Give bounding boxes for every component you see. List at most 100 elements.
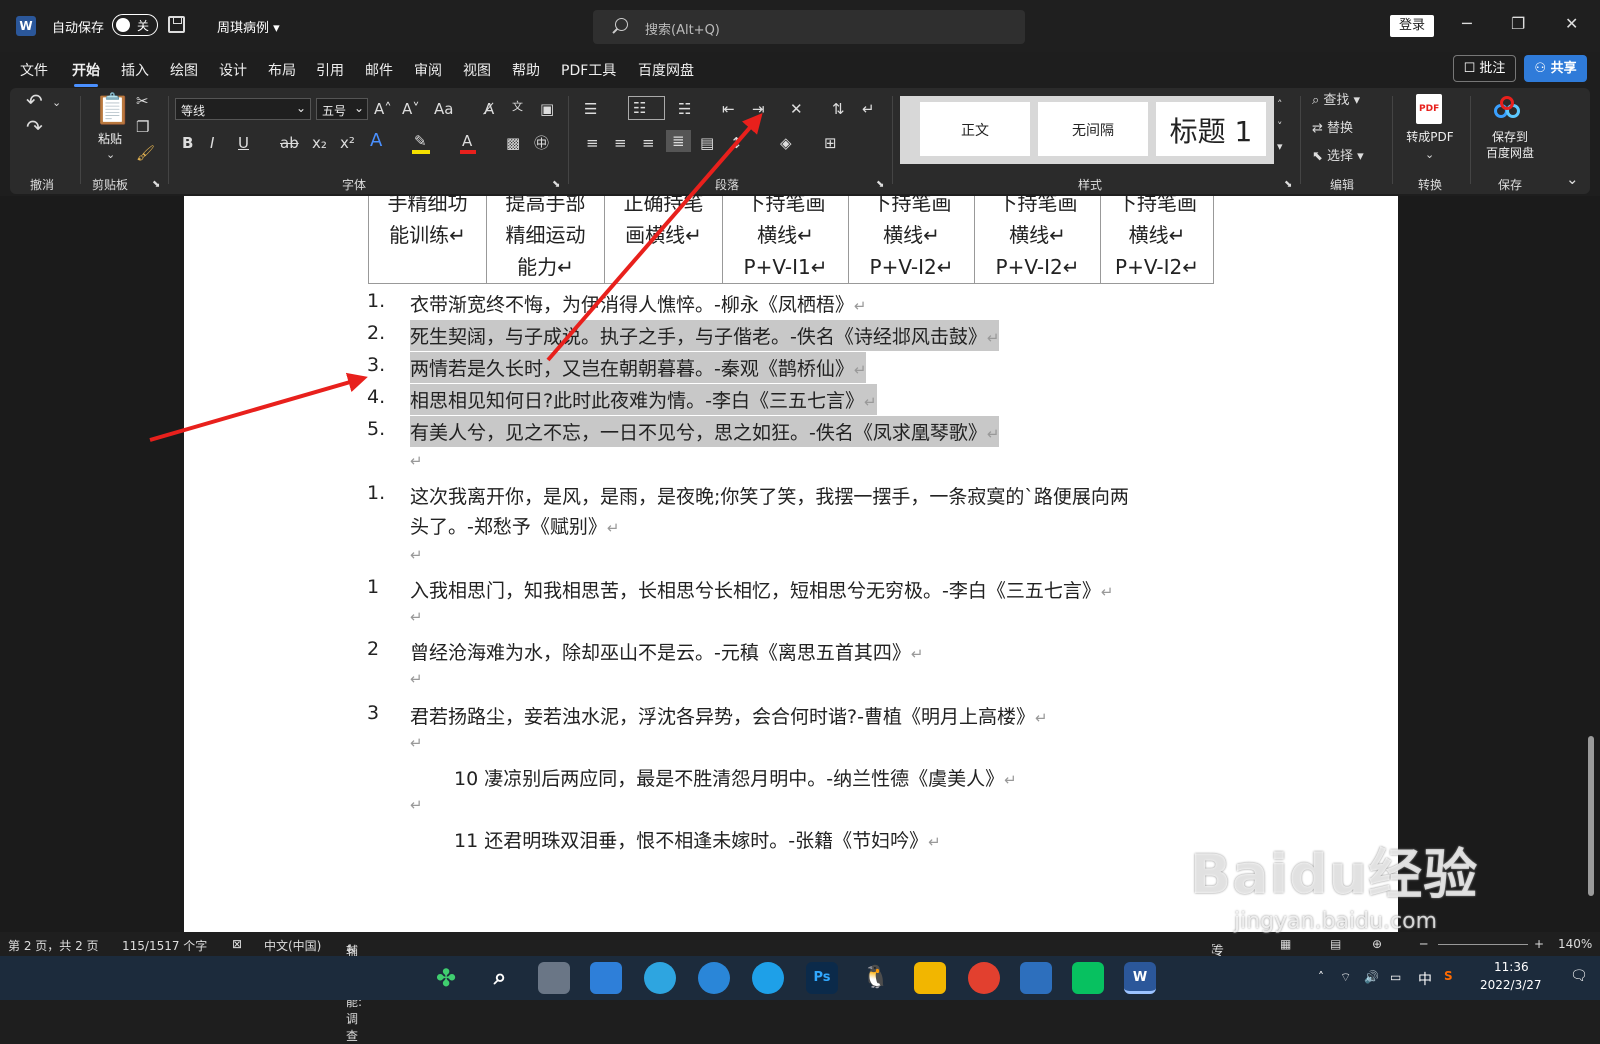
replace-button[interactable]: ⇄ 替换 [1312, 120, 1353, 138]
baidu-netdisk-icon[interactable] [1494, 96, 1522, 122]
battery-icon[interactable]: ▭ [1390, 970, 1401, 984]
increase-indent-icon[interactable]: ⇥ [752, 100, 765, 118]
phonetic-guide-icon[interactable]: 文 [512, 98, 523, 116]
print-layout-icon[interactable]: ▤ [1330, 937, 1341, 951]
minimize-button[interactable]: ─ [1462, 14, 1472, 33]
notification-icon[interactable]: 🗨 [1570, 968, 1588, 984]
tab-file[interactable]: 文件 [20, 60, 48, 80]
share-button[interactable]: ⚇ 共享 [1524, 55, 1587, 82]
font-color-icon[interactable]: A [462, 132, 472, 150]
list-item[interactable]: 衣带渐宽终不悔，为伊消得人憔悴。-柳永《凤栖梧》↵ [410, 290, 866, 317]
tab-design[interactable]: 设计 [219, 60, 247, 80]
table-cell[interactable]: 下持笔画 横线↵ P+V-I2↵ [974, 196, 1101, 284]
tab-baidu-netdisk[interactable]: 百度网盘 [638, 60, 694, 80]
char-shading-icon[interactable]: ▩ [506, 134, 520, 152]
list-item[interactable]: 君若扬路尘，妾若浊水泥，浮沈各异势，会合何时谐?-曹植《明月上高楼》↵ [410, 702, 1048, 729]
wifi-icon[interactable]: ⌔ [1340, 970, 1351, 985]
language-indicator[interactable]: 中文(中国) [264, 937, 321, 954]
styles-scroll-up-icon[interactable]: ˄ [1277, 96, 1283, 114]
list-item-selected[interactable]: 相思相见知何日?此时此夜难为情。-李白《三五七言》↵ [410, 384, 877, 415]
multilevel-list-icon[interactable]: ☵ [678, 100, 691, 118]
list-item-selected[interactable]: 有美人兮，见之不忘，一日不见兮，思之如狂。-佚名《凤求凰琴歌》↵ [410, 416, 1000, 447]
redo-icon[interactable]: ↷ [26, 117, 43, 137]
align-right-icon[interactable]: ≡ [642, 134, 655, 152]
document-title[interactable]: 周琪病例 ▾ [217, 17, 280, 36]
tab-home[interactable]: 开始 [72, 60, 100, 87]
paste-label[interactable]: 粘贴 [92, 130, 128, 147]
justify-icon[interactable]: ≣ [666, 130, 691, 152]
style-no-spacing[interactable]: 无间隔 [1038, 102, 1148, 156]
save-baidu-label-2[interactable]: 百度网盘 [1480, 144, 1540, 161]
bold-button[interactable]: B [182, 134, 193, 152]
feishu-icon[interactable] [698, 962, 730, 994]
proofing-icon[interactable]: ⊠ [232, 937, 242, 951]
char-border-icon[interactable]: ▣ [540, 100, 554, 118]
tab-draw[interactable]: 绘图 [170, 60, 198, 80]
list-item-selected[interactable]: 死生契阔，与子成说。执子之手，与子偕老。-佚名《诗经邶风击鼓》↵ [410, 320, 1000, 351]
chrome-icon[interactable] [968, 962, 1000, 994]
edge-icon[interactable] [644, 962, 676, 994]
login-button[interactable]: 登录 [1390, 15, 1434, 37]
table-cell[interactable]: 正确持笔 画横线↵ [604, 196, 723, 284]
styles-scroll-down-icon[interactable]: ˅ [1277, 118, 1283, 136]
web-layout-icon[interactable]: ⊕ [1372, 937, 1382, 951]
start-icon[interactable]: ✤ [430, 962, 462, 994]
qq-icon[interactable]: 🐧 [860, 962, 892, 994]
numbering-icon[interactable]: ☷ [628, 96, 666, 120]
undo-dropdown-icon[interactable]: ⌄ [52, 94, 61, 112]
underline-button[interactable]: U [238, 134, 249, 152]
volume-icon[interactable]: 🔊 [1364, 970, 1379, 984]
asian-layout-icon[interactable]: ✕ [790, 100, 803, 118]
tab-layout[interactable]: 布局 [268, 60, 296, 80]
table-cell[interactable]: 下持笔画 横线↵ P+V-I1↵ [722, 196, 849, 284]
style-normal[interactable]: 正文 [920, 102, 1030, 156]
ime-indicator[interactable]: 中 [1418, 969, 1432, 989]
table-cell[interactable]: 手精细功 能训练↵ [368, 196, 487, 284]
change-case-icon[interactable]: Aa [434, 100, 453, 118]
word-taskbar-icon[interactable]: W [1124, 962, 1156, 994]
indented-item[interactable]: 10 凄凉别后两应同，最是不胜清怨月明中。-纳兰性德《虞美人》↵ [454, 764, 1017, 791]
superscript-button[interactable]: x² [340, 134, 355, 152]
pdf-icon[interactable]: PDF [1416, 94, 1442, 124]
zoom-slider[interactable] [1438, 944, 1528, 945]
style-heading-1[interactable]: 标题 1 [1156, 102, 1266, 156]
show-marks-icon[interactable]: ↵ [862, 100, 875, 118]
italic-button[interactable]: I [210, 134, 214, 152]
align-center-icon[interactable]: ≡ [614, 134, 627, 152]
search-input[interactable]: 搜索(Alt+Q) [593, 10, 1025, 44]
table-cell[interactable]: 下持笔画 横线↵ P+V-I2↵ [1100, 196, 1214, 284]
convert-dropdown-icon[interactable]: ⌄ [1425, 146, 1434, 164]
cut-icon[interactable]: ✂ [136, 92, 149, 110]
list-item-continuation[interactable]: 头了。-郑愁予《赋别》↵ [410, 512, 619, 539]
tray-expand-icon[interactable]: ˄ [1318, 970, 1324, 984]
zoom-in-icon[interactable]: + [1534, 937, 1544, 951]
styles-more-icon[interactable]: ▾ [1277, 138, 1283, 156]
shading-icon[interactable]: ◈ [780, 134, 792, 152]
highlight-icon[interactable]: ✎ [414, 132, 427, 150]
zoom-level[interactable]: 140% [1558, 937, 1592, 951]
tab-insert[interactable]: 插入 [121, 60, 149, 80]
list-item[interactable]: 曾经沧海难为水，除却巫山不是云。-元稹《离思五首其四》↵ [410, 638, 923, 665]
grow-font-icon[interactable]: A˄ [374, 100, 392, 118]
browser-icon[interactable] [752, 962, 784, 994]
comments-button[interactable]: ☐ 批注 [1453, 55, 1516, 82]
paste-dropdown-icon[interactable]: ⌄ [106, 146, 115, 164]
font-size-select[interactable]: 五号 ⌄ [316, 98, 368, 120]
page-count[interactable]: 第 2 页，共 2 页 [8, 937, 99, 954]
text-effects-icon[interactable]: A [370, 132, 382, 150]
paste-icon[interactable]: 📋 [94, 94, 131, 126]
list-item[interactable]: 这次我离开你，是风，是雨，是夜晚;你笑了笑，我摆一摆手，一条寂寞的`路便展向两 [410, 482, 1129, 509]
list-item-selected[interactable]: 两情若是久长时，又岂在朝朝暮暮。-秦观《鹊桥仙》↵ [410, 352, 867, 383]
tab-mailings[interactable]: 邮件 [365, 60, 393, 80]
indented-item[interactable]: 11 还君明珠双泪垂，恨不相逢未嫁时。-张籍《节妇吟》↵ [454, 826, 941, 853]
tab-view[interactable]: 视图 [463, 60, 491, 80]
line-spacing-icon[interactable]: ↕ [730, 134, 743, 152]
clock-time[interactable]: 11:36 [1494, 960, 1529, 974]
zoom-out-icon[interactable]: ─ [1420, 937, 1427, 951]
tab-review[interactable]: 审阅 [414, 60, 442, 80]
select-button[interactable]: ⬉ 选择 ▾ [1312, 148, 1364, 166]
widgets-icon[interactable] [590, 962, 622, 994]
search-icon[interactable]: ⌕ [484, 962, 516, 994]
list-item[interactable]: 入我相思门，知我相思苦，长相思兮长相忆，短相思兮无穷极。-李白《三五七言》↵ [410, 576, 1113, 603]
collapse-ribbon-icon[interactable]: ⌄ [1566, 170, 1579, 188]
